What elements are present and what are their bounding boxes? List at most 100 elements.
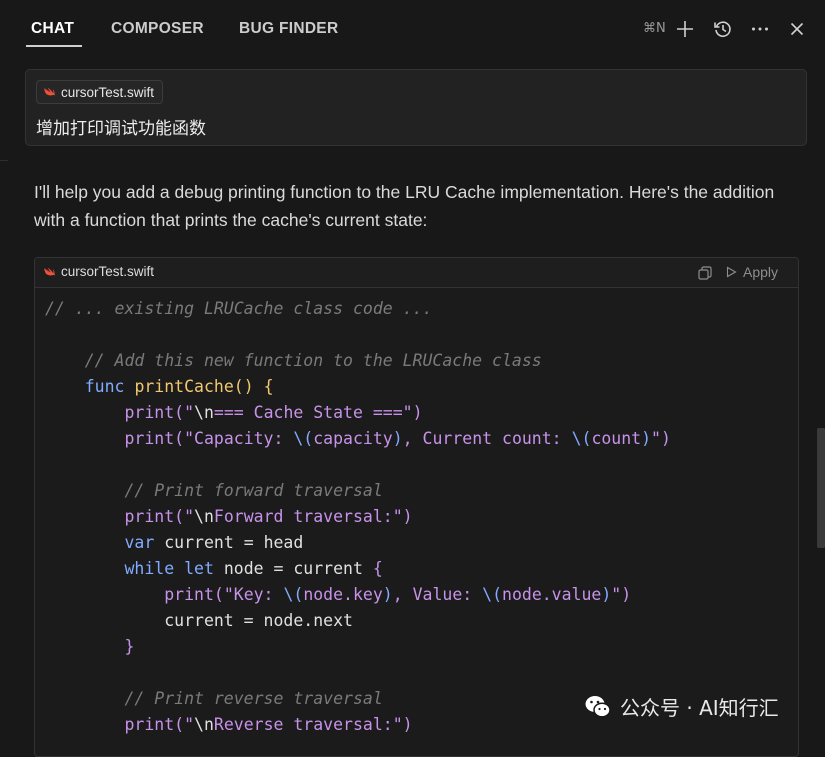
code-token: // Print reverse traversal xyxy=(45,689,383,708)
code-token: print xyxy=(124,507,175,526)
tab-bug-finder[interactable]: BUG FINDER xyxy=(239,20,338,38)
code-block-filename[interactable]: cursorTest.swift xyxy=(43,264,154,279)
swift-icon xyxy=(44,87,55,96)
code-token: ") xyxy=(651,429,671,448)
divider xyxy=(0,160,8,161)
code-token: Forward traversal:") xyxy=(213,507,413,526)
code-token: printCache xyxy=(134,377,234,396)
code-line: print("\nForward traversal:") xyxy=(45,504,671,530)
code-line: print("\n=== Cache State ===") xyxy=(45,400,671,426)
code-line: // Print reverse traversal xyxy=(45,686,671,712)
code-token: // ... existing LRUCache class code ... xyxy=(45,299,433,318)
code-content[interactable]: // ... existing LRUCache class code ... … xyxy=(45,296,671,738)
code-token: \n xyxy=(194,507,214,526)
code-token: (" xyxy=(174,715,195,734)
code-token: === Cache State ===") xyxy=(213,403,423,422)
tab-composer[interactable]: COMPOSER xyxy=(111,20,204,38)
file-chip[interactable]: cursorTest.swift xyxy=(36,80,164,104)
code-token: Reverse traversal:") xyxy=(213,715,413,734)
code-token: // Add this new function to the LRUCache… xyxy=(45,351,542,370)
code-token: \n xyxy=(194,403,214,422)
code-token: (" xyxy=(174,403,195,422)
code-line: while let node = current { xyxy=(45,556,671,582)
code-token: func xyxy=(84,377,125,396)
code-token: ") xyxy=(611,585,632,604)
code-token: let xyxy=(184,559,214,578)
code-block-header: cursorTest.swift Apply xyxy=(35,258,798,288)
user-message-text: 增加打印调试功能函数 xyxy=(36,119,206,139)
code-token: node.value xyxy=(502,585,602,604)
new-chat-shortcut: ⌘N xyxy=(643,21,666,36)
swift-icon xyxy=(44,267,55,275)
code-token: // Print forward traversal xyxy=(45,481,383,500)
scrollbar[interactable] xyxy=(817,428,825,548)
code-line: // Print forward traversal xyxy=(45,478,671,504)
watermark-text: 公众号 · AI知行汇 xyxy=(620,696,779,720)
code-line: current = node.next xyxy=(45,608,671,634)
play-icon xyxy=(726,266,737,278)
code-token: ) xyxy=(382,585,393,604)
file-chip-label: cursorTest.swift xyxy=(61,84,155,100)
code-token: capacity xyxy=(313,429,393,448)
code-token: print xyxy=(124,429,175,448)
code-token: print xyxy=(124,403,175,422)
code-token: } xyxy=(124,637,135,656)
more-icon[interactable] xyxy=(749,18,771,40)
code-token: \( xyxy=(293,429,314,448)
code-token: while xyxy=(124,559,175,578)
code-token: (" xyxy=(174,507,195,526)
apply-button[interactable]: Apply xyxy=(725,264,778,280)
code-line: func printCache() { xyxy=(45,374,671,400)
code-token: node.key xyxy=(303,585,383,604)
code-token: \n xyxy=(194,715,214,734)
history-icon[interactable] xyxy=(712,18,734,40)
code-token: { xyxy=(372,559,383,578)
assistant-message-text: I'll help you add a debug printing funct… xyxy=(34,182,775,230)
watermark: 公众号 · AI知行汇 xyxy=(584,692,779,721)
code-token: print xyxy=(164,585,214,604)
tab-chat[interactable]: CHAT xyxy=(31,20,74,38)
code-token: \( xyxy=(571,429,592,448)
apply-button-label: Apply xyxy=(743,264,779,280)
code-token: ) xyxy=(641,429,652,448)
user-message[interactable]: cursorTest.swift 增加打印调试功能函数 xyxy=(25,69,807,146)
code-token: , Current count: xyxy=(402,429,572,448)
code-line: var current = head xyxy=(45,530,671,556)
copy-icon[interactable] xyxy=(697,265,713,281)
code-token: \( xyxy=(283,585,304,604)
code-token: \( xyxy=(482,585,503,604)
code-line: } xyxy=(45,634,671,660)
panel-header: CHAT COMPOSER BUG FINDER ⌘N xyxy=(0,0,825,58)
code-line: // Add this new function to the LRUCache… xyxy=(45,348,671,374)
code-token: count xyxy=(591,429,642,448)
code-token: current = node.next xyxy=(45,611,353,630)
code-token: () { xyxy=(233,377,274,396)
code-line: print("Capacity: \(capacity), Current co… xyxy=(45,426,671,452)
code-token: print xyxy=(124,715,175,734)
close-icon[interactable] xyxy=(786,18,808,40)
plus-icon[interactable] xyxy=(674,18,696,40)
code-token: ("Capacity: xyxy=(174,429,294,448)
code-block: cursorTest.swift Apply // ... existing L… xyxy=(34,257,799,757)
code-line: print("Key: \(node.key), Value: \(node.v… xyxy=(45,582,671,608)
code-token: ) xyxy=(392,429,403,448)
code-block-filename-label: cursorTest.swift xyxy=(61,264,155,279)
code-token: var xyxy=(124,533,155,552)
code-token: current = head xyxy=(154,533,304,552)
code-token: ) xyxy=(601,585,612,604)
active-tab-indicator xyxy=(26,45,82,47)
